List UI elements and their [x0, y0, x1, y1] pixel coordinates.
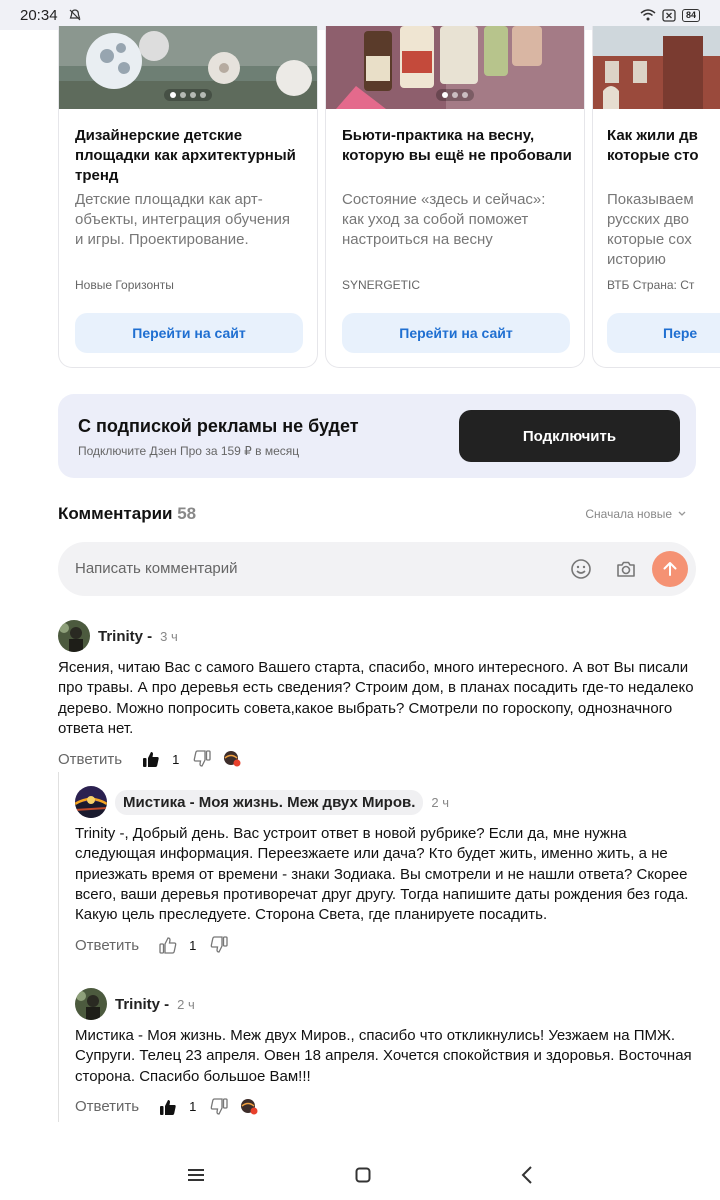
menu-icon[interactable]	[187, 1167, 205, 1183]
ad-card-3[interactable]: Как жили дв которые сто Показываем русск…	[592, 26, 720, 368]
comment-time: 2 ч	[177, 996, 195, 1012]
ad-card-image	[593, 26, 720, 109]
arrow-up-icon	[663, 562, 677, 576]
ad-card-description: Состояние «здесь и сейчас»: как уход за …	[342, 191, 546, 248]
home-icon[interactable]	[355, 1167, 371, 1183]
comment-time: 3 ч	[160, 628, 178, 644]
comment-input-placeholder: Написать комментарий	[75, 560, 238, 577]
ad-card-source: Новые Горизонты	[75, 278, 174, 292]
dislike-icon[interactable]	[210, 1098, 229, 1116]
reply-button[interactable]: Ответить	[75, 1098, 139, 1115]
ad-card-title: Как жили дв которые сто	[607, 127, 699, 164]
emoji-icon[interactable]	[570, 558, 592, 580]
sort-label: Сначала новые	[585, 507, 672, 521]
ad-card-2[interactable]: Бьюти-практика на весну, которую вы ещё …	[325, 26, 585, 368]
ad-card-source: SYNERGETIC	[342, 278, 421, 292]
back-icon[interactable]	[521, 1166, 533, 1184]
reply-button[interactable]: Ответить	[58, 751, 122, 768]
comment-actions: Ответить 1	[75, 931, 695, 959]
reply-button[interactable]: Ответить	[75, 937, 139, 954]
comment-text: Ясения, читаю Вас с самого Вашего старта…	[58, 659, 694, 737]
comments-count: 58	[177, 504, 197, 523]
ad-card-source: ВТБ Страна: Ст	[607, 278, 695, 292]
status-time: 20:34	[20, 6, 58, 24]
comment-author[interactable]: Мистика - Моя жизнь. Меж двух Миров.	[115, 789, 424, 815]
carousel-dots	[164, 89, 212, 101]
subscription-promo: С подпиской рекламы не будет Подключите …	[58, 394, 696, 478]
avatar[interactable]	[75, 988, 107, 1020]
promo-title: С подпиской рекламы не будет	[78, 416, 359, 436]
go-to-site-button[interactable]: Перейти на сайт	[75, 313, 303, 353]
like-filled-icon[interactable]	[142, 750, 160, 768]
send-button[interactable]	[652, 551, 688, 587]
subscribe-button[interactable]: Подключить	[459, 410, 680, 462]
promo-subtitle: Подключите Дзен Про за 159 ₽ в месяц	[78, 444, 300, 458]
sim-icon	[662, 8, 676, 22]
comment-input[interactable]: Написать комментарий	[58, 542, 696, 596]
comment-text: Trinity -, Добрый день. Вас устроит отве…	[75, 825, 689, 924]
reactor-avatar-icon	[224, 751, 241, 767]
mute-icon	[69, 9, 80, 21]
wifi-icon	[640, 9, 656, 21]
reactor-avatar-icon	[241, 1098, 258, 1115]
comment-text: Мистика - Моя жизнь. Меж двух Миров., сп…	[75, 1027, 692, 1085]
avatar[interactable]	[75, 786, 107, 818]
comment: Trinity - 3 ч Ясения, читаю Вас с самого…	[58, 620, 698, 773]
go-to-site-button[interactable]: Пере	[607, 313, 720, 353]
carousel-dots	[436, 89, 474, 101]
battery-icon: 84	[681, 8, 700, 22]
like-icon[interactable]	[159, 936, 177, 955]
ad-card-1[interactable]: Дизайнерские детские площадки как архите…	[58, 26, 318, 368]
comment-reply: Trinity - 2 ч Мистика - Моя жизнь. Меж д…	[75, 988, 695, 1121]
comment-time: 2 ч	[431, 794, 450, 810]
comment-actions: Ответить 1	[58, 745, 698, 773]
like-count: 1	[189, 1099, 197, 1115]
sort-dropdown[interactable]: Сначала новые	[585, 507, 686, 521]
ad-card-description: Детские площадки как арт-объекты, интегр…	[75, 191, 291, 248]
go-to-site-button[interactable]: Перейти на сайт	[342, 313, 570, 353]
thread-line	[58, 772, 59, 1122]
chevron-down-icon	[678, 511, 686, 516]
comment-author[interactable]: Trinity -	[115, 996, 169, 1013]
comments-header: Комментарии 58	[58, 504, 196, 524]
like-filled-icon[interactable]	[159, 1098, 177, 1116]
comments-label: Комментарии	[58, 504, 173, 523]
ad-card-title: Бьюти-практика на весну, которую вы ещё …	[342, 127, 572, 164]
like-count: 1	[172, 751, 180, 767]
comment-reply: Мистика - Моя жизнь. Меж двух Миров. 2 ч…	[75, 786, 695, 959]
dislike-icon[interactable]	[193, 750, 212, 768]
camera-icon[interactable]	[615, 558, 637, 580]
ad-card-title: Дизайнерские детские площадки как архите…	[75, 127, 296, 184]
comment-actions: Ответить 1	[75, 1093, 695, 1121]
dislike-icon[interactable]	[210, 936, 229, 954]
ad-card-description: Показываем русских дво которые сох истор…	[607, 191, 694, 268]
avatar[interactable]	[58, 620, 90, 652]
ad-card-image	[59, 26, 317, 109]
ad-carousel[interactable]: Дизайнерские детские площадки как архите…	[58, 26, 720, 370]
like-count: 1	[189, 937, 197, 953]
system-nav-bar	[0, 1150, 720, 1200]
ad-card-image	[326, 26, 584, 109]
comment-author[interactable]: Trinity -	[98, 628, 152, 645]
